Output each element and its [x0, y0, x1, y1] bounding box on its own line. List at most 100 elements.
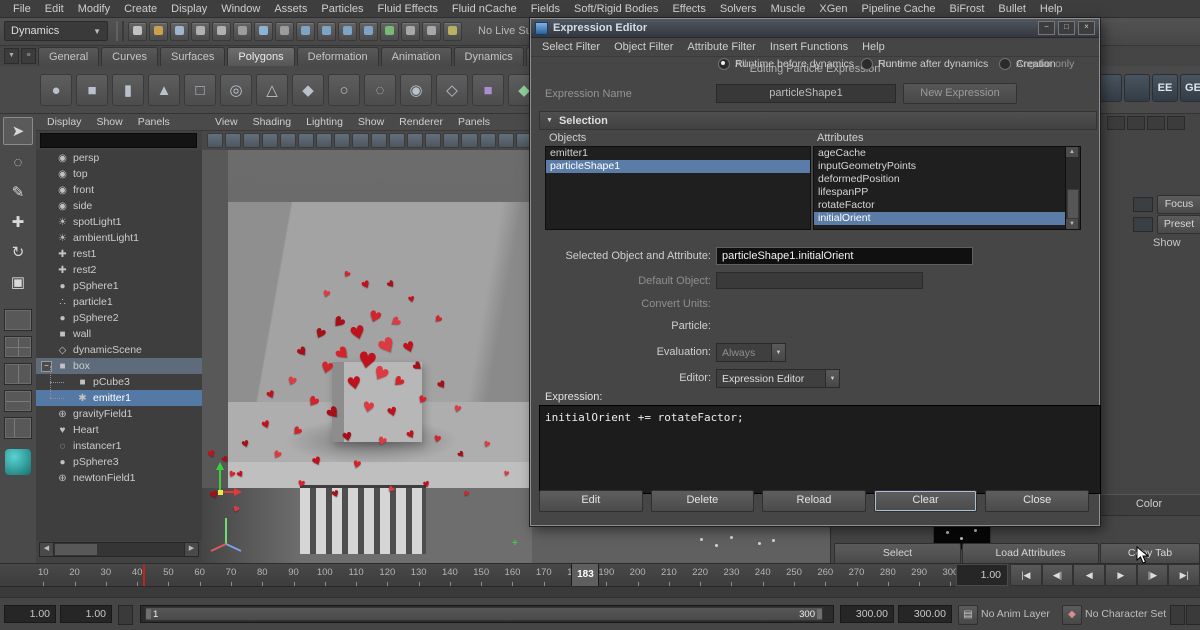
- outliner-menu-panels[interactable]: Panels: [131, 116, 177, 128]
- menu-set-dropdown[interactable]: Dynamics ▼: [4, 21, 108, 41]
- scroll-thumb[interactable]: [1067, 189, 1079, 219]
- animation-end-field[interactable]: 300.00: [898, 605, 952, 623]
- panel-menu-lighting[interactable]: Lighting: [299, 116, 350, 128]
- poly-pyramid-icon[interactable]: ◆: [292, 74, 324, 106]
- single-pane-layout-icon[interactable]: [4, 309, 32, 331]
- ee-attribute-item[interactable]: initialOrient: [814, 212, 1066, 225]
- attribute-editor-tab-icon[interactable]: [1127, 116, 1145, 130]
- outliner-filter-input[interactable]: [40, 133, 197, 148]
- status-grip[interactable]: [116, 21, 124, 41]
- animation-preferences-icon[interactable]: [1186, 605, 1200, 625]
- attribute-editor-tab-icon[interactable]: [1147, 116, 1165, 130]
- window-titlebar[interactable]: Expression Editor −□×: [531, 19, 1099, 38]
- selected-object-attribute-field[interactable]: particleShape1.initialOrient: [716, 247, 973, 265]
- four-pane-layout-icon[interactable]: [4, 336, 32, 358]
- grease-pencil-icon[interactable]: [316, 133, 332, 148]
- range-slider-track[interactable]: 1 300: [140, 605, 834, 623]
- snap-curve-icon[interactable]: [317, 22, 336, 41]
- menu-item-edit[interactable]: Edit: [38, 3, 71, 15]
- shelf-tab-polygons[interactable]: Polygons: [227, 47, 294, 66]
- panel-menu-show[interactable]: Show: [351, 116, 391, 128]
- menu-item-soft-rigid-bodies[interactable]: Soft/Rigid Bodies: [567, 3, 665, 15]
- menu-item-fluid-effects[interactable]: Fluid Effects: [371, 3, 445, 15]
- outliner-item-instancer1[interactable]: ◌instancer1: [36, 438, 202, 454]
- poly-pipe-icon[interactable]: ○: [328, 74, 360, 106]
- shelf-tab-arrow-icon[interactable]: ▼: [4, 48, 19, 64]
- timeline-ruler[interactable]: 1020304050607080901001101201301401501601…: [0, 564, 956, 587]
- step-back-key-button[interactable]: ◀|: [1042, 564, 1074, 586]
- animation-start-field[interactable]: 1.00: [4, 605, 56, 623]
- viewport-canvas[interactable]: ♥♥♥♥♥♥♥♥♥♥♥♥♥♥♥♥♥♥♥♥♥♥♥♥♥♥♥♥♥♥♥♥♥♥♥♥♥♥♥♥…: [202, 150, 532, 563]
- playback-start-field[interactable]: 1.00: [60, 605, 112, 623]
- step-forward-frame-button[interactable]: |▶: [1137, 564, 1169, 586]
- input-operations-icon[interactable]: [401, 22, 420, 41]
- outliner-item-psphere2[interactable]: ●pSphere2: [36, 310, 202, 326]
- shaded-icon[interactable]: [480, 133, 496, 148]
- attributes-list[interactable]: ageCacheinputGeometryPointsdeformedPosit…: [813, 146, 1067, 230]
- ee-clear-button[interactable]: Clear: [874, 490, 978, 512]
- outliner-item-rest1[interactable]: ✚rest1: [36, 246, 202, 262]
- paint-select-tool-icon[interactable]: ✎: [4, 179, 32, 205]
- scroll-left-icon[interactable]: ◀: [40, 543, 54, 556]
- menu-item-modify[interactable]: Modify: [71, 3, 117, 15]
- outliner-menu-show[interactable]: Show: [89, 116, 129, 128]
- select-camera-icon[interactable]: [207, 133, 223, 148]
- select-component-icon[interactable]: [275, 22, 294, 41]
- attributes-scrollbar[interactable]: ▲ ▼: [1065, 146, 1081, 230]
- minimize-button[interactable]: −: [1038, 21, 1055, 35]
- outliner-item-pcube3[interactable]: ■pCube3: [36, 374, 202, 390]
- poly-torus-icon[interactable]: ◎: [220, 74, 252, 106]
- playback-end-field[interactable]: 300.00: [840, 605, 894, 623]
- go-to-start-button[interactable]: |◀: [1010, 564, 1042, 586]
- ee-attribute-item[interactable]: deformedPosition: [814, 173, 1066, 186]
- grid-icon[interactable]: [334, 133, 350, 148]
- two-d-pan-zoom-icon[interactable]: [298, 133, 314, 148]
- new-scene-icon[interactable]: [128, 22, 147, 41]
- poly-cube-icon[interactable]: ■: [76, 74, 108, 106]
- ee-menu-insert-functions[interactable]: Insert Functions: [763, 41, 855, 53]
- menu-item-muscle[interactable]: Muscle: [764, 3, 813, 15]
- outliner-item-heart[interactable]: ♥Heart: [36, 422, 202, 438]
- outliner-item-psphere1[interactable]: ●pSphere1: [36, 278, 202, 294]
- shelf-item-ee[interactable]: EE: [1152, 74, 1178, 102]
- menu-item-help[interactable]: Help: [1033, 3, 1070, 15]
- ee-attribute-item[interactable]: inputGeometryPoints: [814, 160, 1066, 173]
- ee-menu-object-filter[interactable]: Object Filter: [607, 41, 680, 53]
- outliner-persp-layout-icon[interactable]: [4, 417, 32, 439]
- poly-platonic-icon[interactable]: ◇: [436, 74, 468, 106]
- go-to-end-button[interactable]: ▶|: [1168, 564, 1200, 586]
- shelf-tab-deformation[interactable]: Deformation: [297, 47, 379, 66]
- undo-icon[interactable]: [191, 22, 210, 41]
- presets-button[interactable]: Preset: [1157, 215, 1200, 234]
- radio-runtime-after-dynamics[interactable]: Runtime after dynamics: [861, 57, 988, 71]
- menu-item-fields[interactable]: Fields: [524, 3, 567, 15]
- poly-cone-icon[interactable]: ▲: [148, 74, 180, 106]
- outliner-item-particle1[interactable]: ∴particle1: [36, 294, 202, 310]
- safe-action-icon[interactable]: [425, 133, 441, 148]
- make-live-icon[interactable]: [380, 22, 399, 41]
- gate-mask-icon[interactable]: [389, 133, 405, 148]
- menu-item-pipeline-cache[interactable]: Pipeline Cache: [855, 3, 943, 15]
- panel-menu-panels[interactable]: Panels: [451, 116, 497, 128]
- outliner-item-spotlight1[interactable]: ☀spotLight1: [36, 214, 202, 230]
- ee-object-item[interactable]: particleShape1: [546, 160, 810, 173]
- shelf-tab-general[interactable]: General: [38, 47, 99, 66]
- play-forward-button[interactable]: ▶: [1105, 564, 1137, 586]
- scroll-thumb[interactable]: [55, 544, 97, 555]
- shelf-tab-dynamics[interactable]: Dynamics: [454, 47, 524, 66]
- select-button[interactable]: Select: [834, 543, 961, 564]
- playback-rate-field[interactable]: 1.00: [956, 564, 1008, 586]
- menu-item-effects[interactable]: Effects: [665, 3, 712, 15]
- poly-plane-icon[interactable]: □: [184, 74, 216, 106]
- close-button[interactable]: ×: [1078, 21, 1095, 35]
- outliner-item-newtonfield1[interactable]: ⊕newtonField1: [36, 470, 202, 486]
- radio-icon[interactable]: [861, 58, 873, 70]
- outliner-item-front[interactable]: ◉front: [36, 182, 202, 198]
- outliner-item-rest2[interactable]: ✚rest2: [36, 262, 202, 278]
- film-gate-icon[interactable]: [352, 133, 368, 148]
- ee-menu-attribute-filter[interactable]: Attribute Filter: [680, 41, 762, 53]
- step-back-frame-button[interactable]: ◀: [1073, 564, 1105, 586]
- redo-icon[interactable]: [212, 22, 231, 41]
- ee-attribute-item[interactable]: ageCache: [814, 147, 1066, 160]
- evaluation-dropdown[interactable]: Always ▼: [716, 343, 786, 362]
